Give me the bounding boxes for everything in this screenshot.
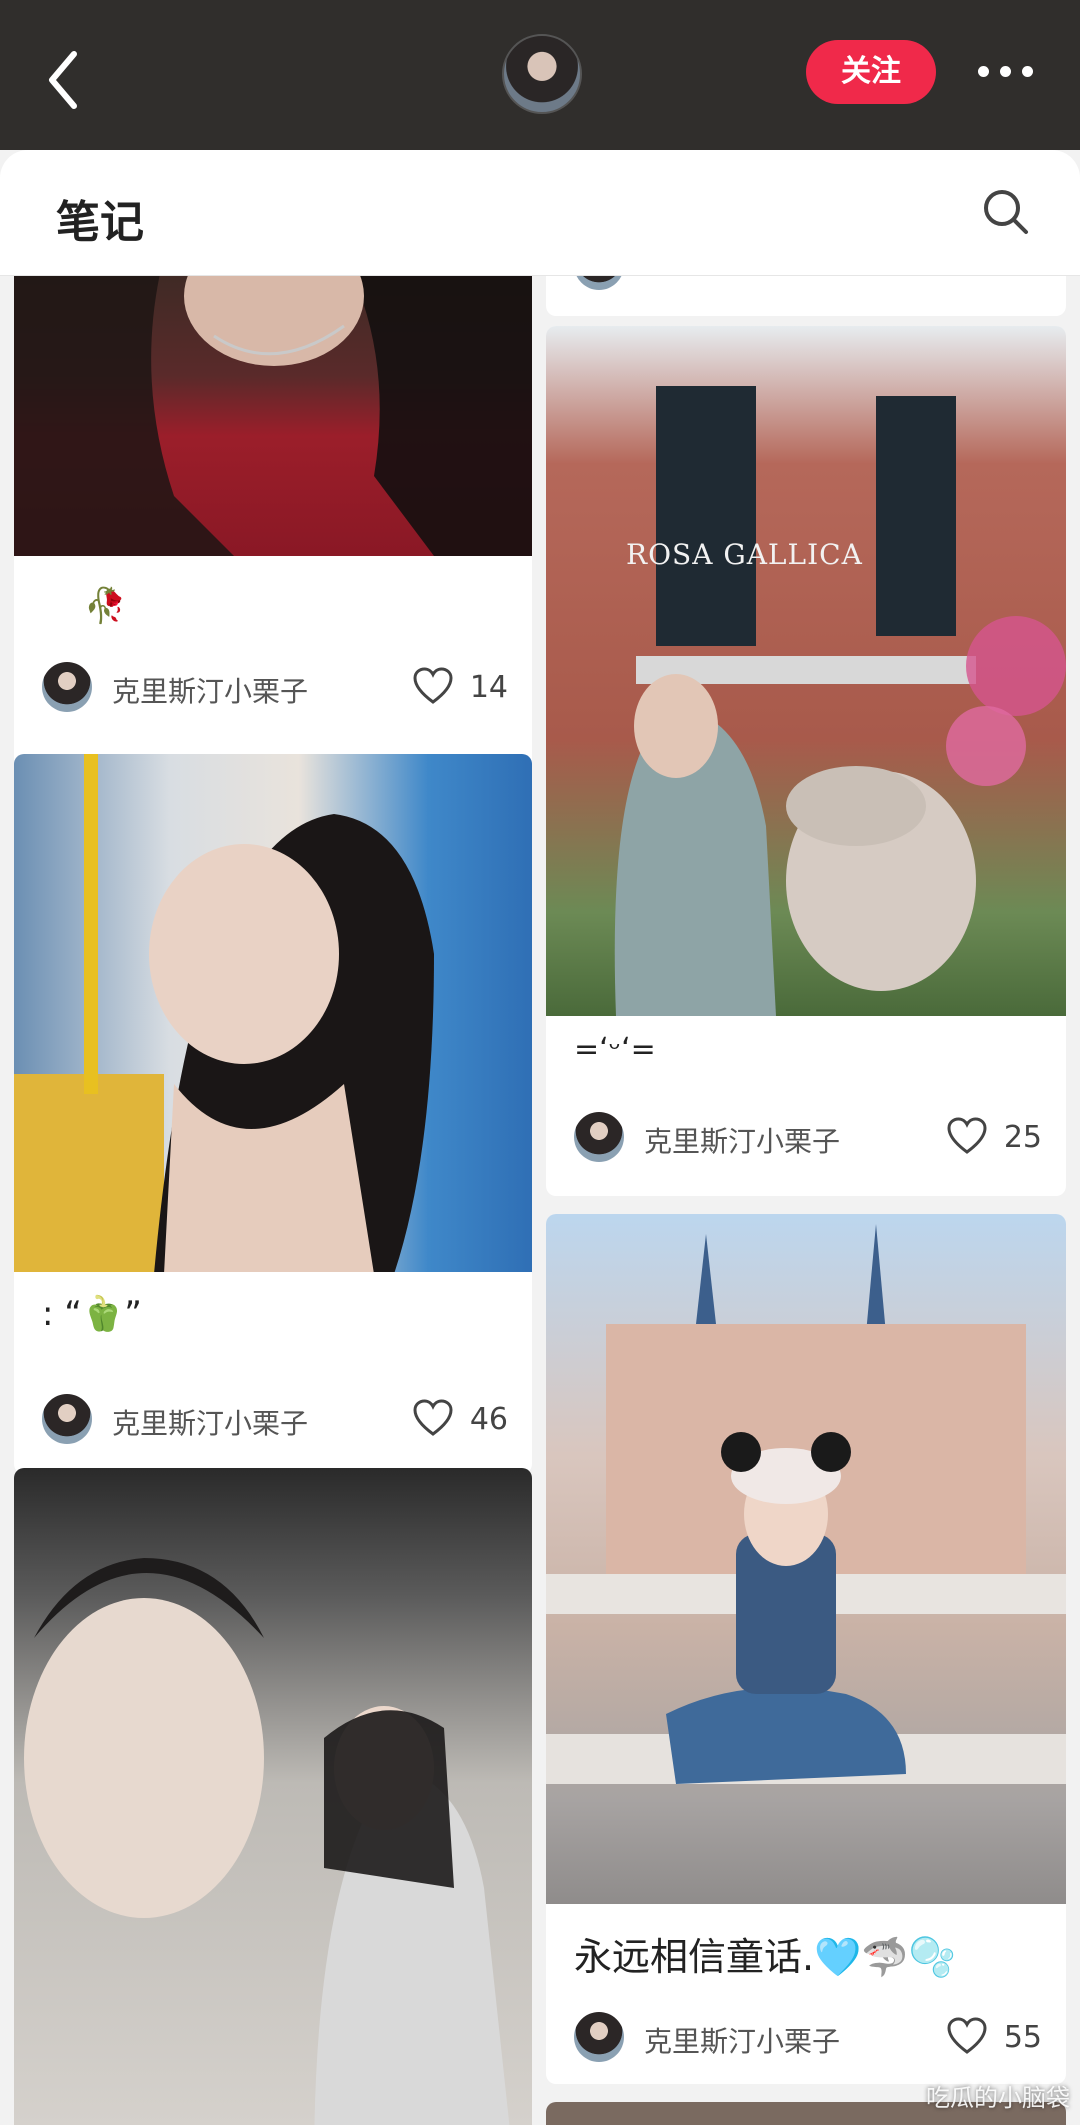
note-caption: : “🫑”: [42, 1294, 142, 1334]
author-avatar: [574, 276, 624, 290]
like-button[interactable]: 25: [932, 1116, 1042, 1160]
note-caption: =ʻᵕʻ=: [574, 1032, 656, 1067]
like-count: 55: [1003, 2020, 1042, 2055]
note-card[interactable]: 永远相信童话.🩵🦈🫧 克里斯汀小栗子 55: [546, 1214, 1066, 2084]
author-avatar: [574, 2012, 624, 2062]
notes-header: 笔记: [0, 150, 1080, 276]
follow-button[interactable]: 关注: [806, 40, 936, 104]
author-row[interactable]: 克里斯汀小栗子 14: [42, 662, 508, 714]
back-button[interactable]: [44, 48, 84, 112]
storefront-sign: ROSA GALLICA: [626, 538, 863, 571]
dot-icon: [1000, 66, 1011, 77]
note-caption: 🥀: [84, 586, 127, 626]
notes-title: 笔记: [56, 197, 144, 248]
note-card[interactable]: ROSA GALLICA =ʻᵕʻ= 克里斯汀小栗子 25: [546, 326, 1066, 1196]
note-card[interactable]: [546, 276, 1066, 316]
note-card[interactable]: [14, 1468, 532, 2125]
like-count: 14: [469, 670, 508, 705]
author-avatar: [42, 662, 92, 712]
note-cover-image: [14, 1468, 532, 2125]
dot-icon: [1022, 66, 1033, 77]
like-button[interactable]: 14: [398, 666, 508, 710]
author-avatar: [42, 1394, 92, 1444]
top-bar: 关注: [0, 0, 1080, 150]
search-icon: [984, 190, 1028, 234]
watermark: 吃瓜的小脑袋: [926, 2084, 1070, 2112]
like-button[interactable]: 55: [932, 2016, 1042, 2060]
like-count: 25: [1003, 1120, 1042, 1155]
heart-icon: [947, 2017, 987, 2054]
note-cover-image: ROSA GALLICA: [546, 326, 1066, 1016]
dot-icon: [978, 66, 989, 77]
chevron-left-icon: [49, 51, 77, 109]
author-name: 克里斯汀小栗子: [644, 2025, 841, 2058]
note-cover-image: [14, 754, 532, 1272]
author-avatar: [574, 1112, 624, 1162]
note-cover-image: [14, 276, 532, 556]
profile-avatar[interactable]: [502, 34, 582, 114]
note-cover-image: [546, 1214, 1066, 1904]
author-row[interactable]: 克里斯汀小栗子 46: [42, 1394, 508, 1446]
like-button[interactable]: 46: [398, 1398, 508, 1442]
more-options-button[interactable]: [978, 62, 1034, 82]
author-row[interactable]: 克里斯汀小栗子 55: [574, 2012, 1042, 2064]
note-caption: 永远相信童话.🩵🦈🫧: [574, 1935, 957, 1979]
like-count: 46: [469, 1402, 508, 1437]
search-button[interactable]: [982, 188, 1030, 236]
notes-feed[interactable]: 🥀 克里斯汀小栗子 14 : “🫑” 克里斯汀小栗子 46 ROSA GALLI…: [0, 276, 1080, 2125]
author-name: 克里斯汀小栗子: [112, 675, 309, 708]
author-name: 克里斯汀小栗子: [644, 1125, 841, 1158]
author-name: 克里斯汀小栗子: [112, 1407, 309, 1440]
heart-icon: [413, 667, 453, 704]
note-card[interactable]: : “🫑” 克里斯汀小栗子 46: [14, 754, 532, 1474]
author-row[interactable]: 克里斯汀小栗子 25: [574, 1112, 1042, 1164]
heart-icon: [947, 1117, 987, 1154]
heart-icon: [413, 1399, 453, 1436]
